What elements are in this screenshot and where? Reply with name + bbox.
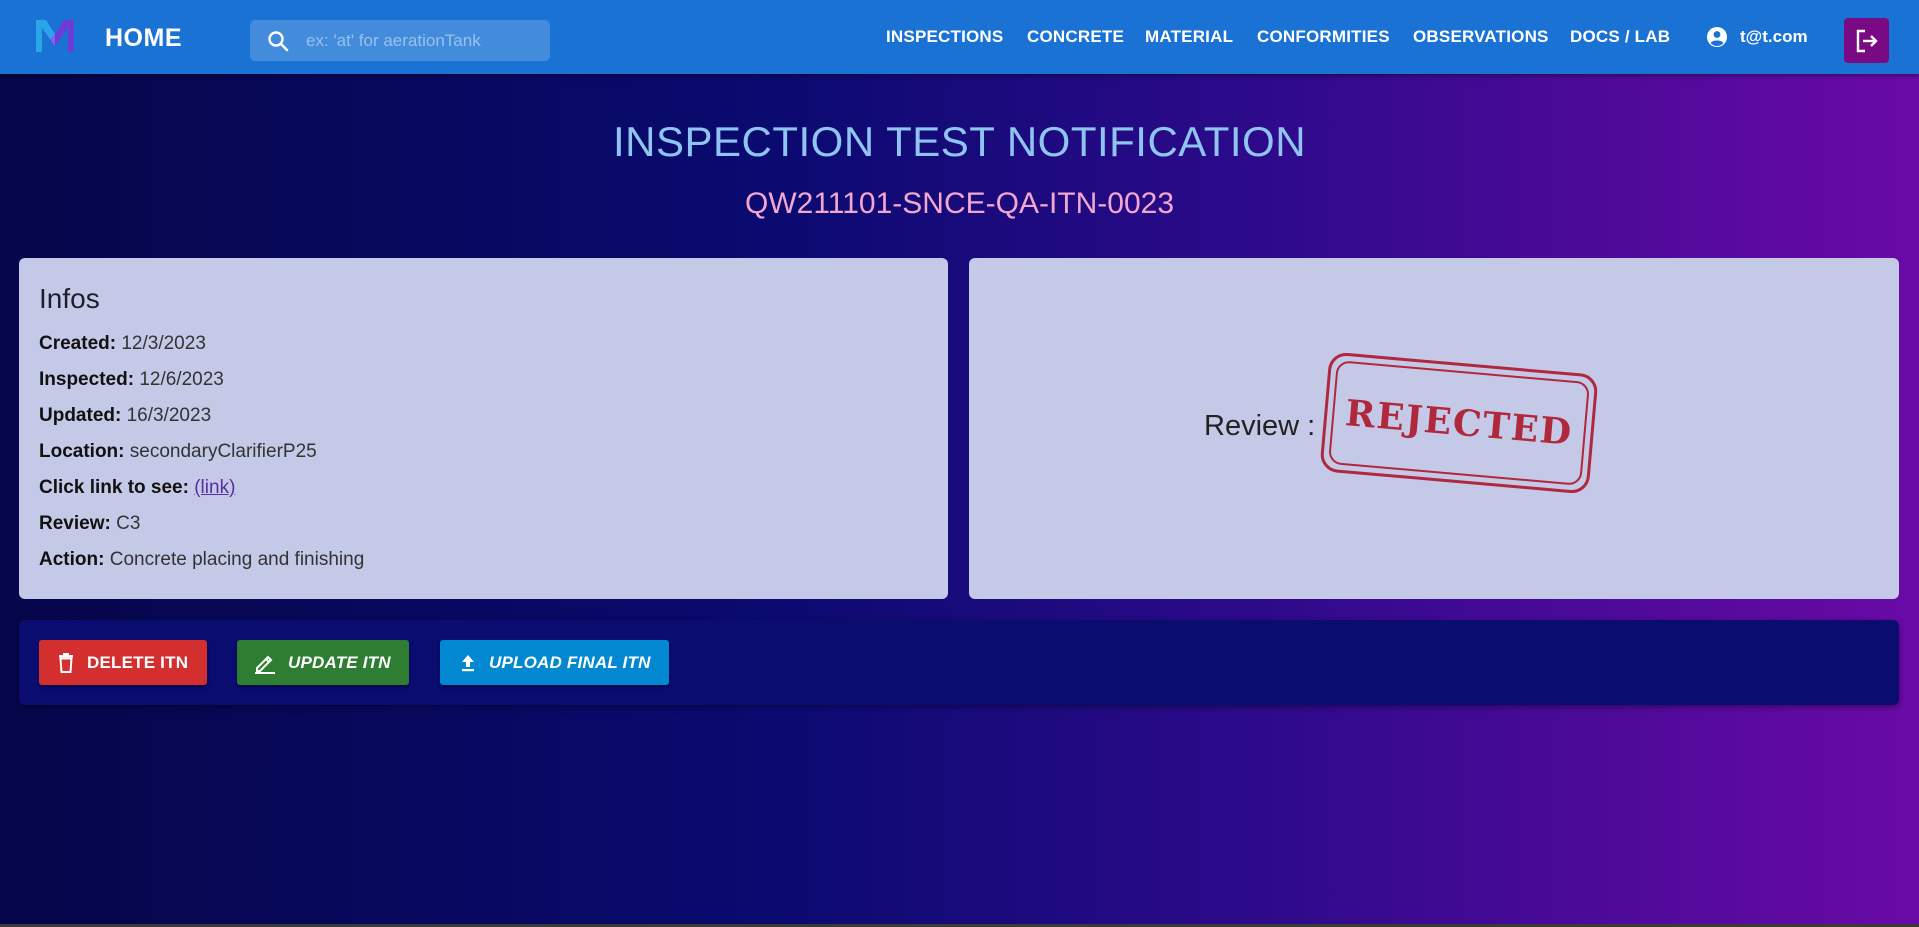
user-email: t@t.com bbox=[1740, 27, 1808, 46]
page-title: INSPECTION TEST NOTIFICATION bbox=[612, 118, 1307, 165]
info-label: Click link to see: bbox=[39, 477, 189, 498]
upload-icon bbox=[459, 653, 477, 673]
account-circle-icon bbox=[1706, 26, 1728, 48]
infos-list: Created: 12/3/2023 Inspected: 12/6/2023 … bbox=[39, 333, 364, 585]
action-bar: DELETE ITN UPDATE ITN UPLOAD FINAL ITN bbox=[19, 620, 1899, 705]
review-card: Review : REJECTED bbox=[969, 258, 1899, 599]
info-row-updated: Updated: 16/3/2023 bbox=[39, 405, 364, 441]
info-row-action: Action: Concrete placing and finishing bbox=[39, 549, 364, 585]
info-label: Updated: bbox=[39, 405, 122, 426]
nav-material[interactable]: MATERIAL bbox=[1145, 0, 1233, 74]
info-label: Inspected: bbox=[39, 369, 135, 390]
edit-icon bbox=[254, 652, 276, 674]
logout-icon bbox=[1853, 27, 1881, 55]
info-value: secondaryClarifierP25 bbox=[129, 441, 317, 462]
review-label: Review : bbox=[1204, 410, 1316, 442]
app-logo-icon[interactable] bbox=[34, 18, 76, 54]
delete-itn-label: DELETE ITN bbox=[87, 652, 189, 672]
info-row-created: Created: 12/3/2023 bbox=[39, 333, 364, 369]
nav-conformities[interactable]: CONFORMITIES bbox=[1257, 0, 1390, 74]
infos-heading: Infos bbox=[39, 283, 100, 314]
info-value: 12/3/2023 bbox=[121, 333, 206, 354]
home-link[interactable]: HOME bbox=[105, 24, 182, 53]
search-input[interactable] bbox=[306, 30, 536, 51]
stamp-text: REJECTED bbox=[1343, 392, 1575, 454]
rejected-stamp: REJECTED bbox=[1319, 351, 1599, 495]
logout-button[interactable] bbox=[1844, 18, 1889, 63]
info-label: Review: bbox=[39, 513, 111, 534]
info-label: Created: bbox=[39, 333, 117, 354]
update-itn-button[interactable]: UPDATE ITN bbox=[237, 640, 409, 685]
upload-final-itn-label: UPLOAD FINAL ITN bbox=[489, 652, 651, 672]
user-menu[interactable]: t@t.com bbox=[1706, 0, 1808, 74]
info-value: C3 bbox=[116, 513, 141, 534]
info-label: Action: bbox=[39, 549, 105, 570]
infos-card: Infos Created: 12/3/2023 Inspected: 12/6… bbox=[19, 258, 948, 599]
nav-docs-lab[interactable]: DOCS / LAB bbox=[1570, 0, 1670, 74]
info-row-review: Review: C3 bbox=[39, 513, 364, 549]
info-row-link: Click link to see: (link) bbox=[39, 477, 364, 513]
info-value: 16/3/2023 bbox=[126, 405, 212, 426]
trash-icon bbox=[57, 652, 75, 673]
nav-concrete[interactable]: CONCRETE bbox=[1027, 0, 1124, 74]
delete-itn-button[interactable]: DELETE ITN bbox=[39, 640, 207, 685]
itn-reference: QW211101-SNCE-QA-ITN-0023 bbox=[744, 187, 1175, 220]
upload-final-itn-button[interactable]: UPLOAD FINAL ITN bbox=[440, 640, 669, 685]
search-icon bbox=[250, 20, 306, 61]
nav-inspections[interactable]: INSPECTIONS bbox=[886, 0, 1003, 74]
info-value: 12/6/2023 bbox=[139, 369, 224, 390]
nav-observations[interactable]: OBSERVATIONS bbox=[1413, 0, 1549, 74]
info-row-location: Location: secondaryClarifierP25 bbox=[39, 441, 364, 477]
document-link[interactable]: (link) bbox=[194, 477, 235, 498]
info-value: Concrete placing and finishing bbox=[109, 549, 365, 570]
update-itn-label: UPDATE ITN bbox=[288, 652, 391, 672]
search-box[interactable] bbox=[250, 20, 550, 61]
info-row-inspected: Inspected: 12/6/2023 bbox=[39, 369, 364, 405]
top-app-bar: HOME INSPECTIONS CONCRETE MATERIAL CONFO… bbox=[0, 0, 1919, 74]
info-label: Location: bbox=[39, 441, 125, 462]
